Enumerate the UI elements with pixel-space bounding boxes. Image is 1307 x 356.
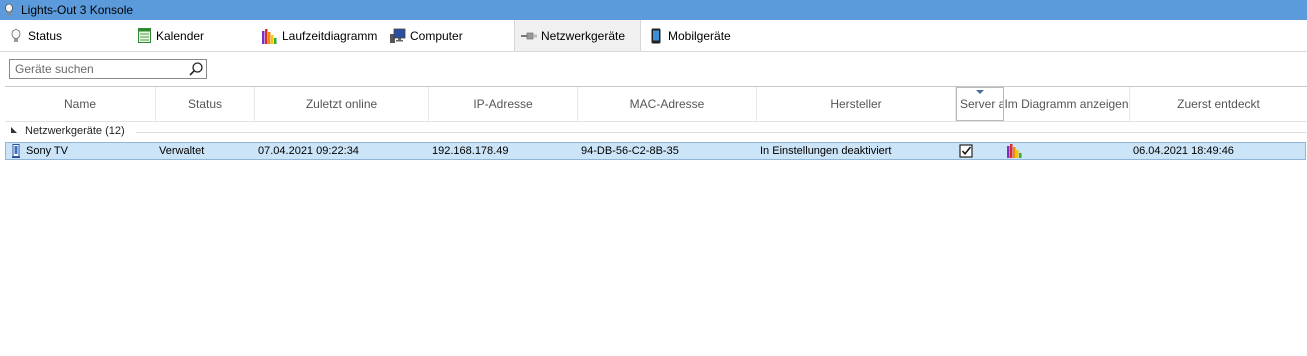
column-header-hersteller[interactable]: Hersteller bbox=[757, 87, 956, 121]
tab-computer[interactable]: Computer bbox=[390, 20, 510, 51]
group-header[interactable]: Netzwerkgeräte (12) bbox=[5, 123, 1307, 139]
grid-header: Name Status Zuletzt online IP-Adresse MA… bbox=[5, 87, 1307, 122]
title-bar: Lights-Out 3 Konsole bbox=[0, 0, 1307, 20]
lightbulb-icon bbox=[8, 28, 24, 44]
search-bar bbox=[0, 52, 1307, 88]
cell-status: Verwaltet bbox=[159, 145, 205, 157]
tab-label: Laufzeitdiagramm bbox=[282, 28, 378, 43]
search-input[interactable] bbox=[10, 60, 185, 78]
column-header-zuerst-entdeckt[interactable]: Zuerst entdeckt bbox=[1130, 87, 1307, 121]
column-header-ip-adresse[interactable]: IP-Adresse bbox=[429, 87, 578, 121]
group-label: Netzwerkgeräte (12) bbox=[25, 125, 125, 137]
server-checkbox[interactable] bbox=[959, 144, 973, 161]
column-header-name[interactable]: Name bbox=[5, 87, 156, 121]
table-row[interactable]: Sony TV Verwaltet 07.04.2021 09:22:34 19… bbox=[5, 142, 1306, 160]
tab-label: Computer bbox=[410, 28, 463, 43]
column-header-zuletzt-online[interactable]: Zuletzt online bbox=[255, 87, 429, 121]
cell-hersteller: In Einstellungen deaktiviert bbox=[760, 145, 892, 157]
collapse-triangle-icon[interactable] bbox=[11, 127, 17, 133]
tab-label: Mobilgeräte bbox=[668, 28, 731, 43]
tab-kalender[interactable]: Kalender bbox=[136, 20, 256, 51]
column-header-status[interactable]: Status bbox=[156, 87, 255, 121]
cell-zuletzt-online: 07.04.2021 09:22:34 bbox=[258, 145, 359, 157]
sort-descending-icon bbox=[976, 90, 984, 94]
tab-netzwerkgeraete[interactable]: Netzwerkgeräte bbox=[514, 20, 641, 51]
device-icon bbox=[12, 144, 20, 161]
cell-ip-adresse: 192.168.178.49 bbox=[432, 145, 509, 157]
smartphone-icon bbox=[648, 28, 664, 44]
tab-label: Kalender bbox=[156, 28, 205, 43]
tab-status[interactable]: Status bbox=[8, 20, 128, 51]
column-header-server[interactable]: Server a bbox=[956, 87, 1004, 121]
cell-name: Sony TV bbox=[26, 145, 68, 157]
search-box bbox=[9, 59, 207, 79]
search-icon[interactable] bbox=[188, 61, 204, 80]
cell-zuerst-entdeckt: 06.04.2021 18:49:46 bbox=[1133, 145, 1234, 157]
tab-mobilgeraete[interactable]: Mobilgeräte bbox=[648, 20, 768, 51]
bar-chart-icon bbox=[262, 28, 278, 44]
lightbulb-icon bbox=[4, 3, 14, 20]
column-header-label: Server a bbox=[960, 97, 1004, 111]
tab-label: Netzwerkgeräte bbox=[541, 28, 626, 43]
diagram-bar-chart-icon[interactable] bbox=[1007, 144, 1023, 161]
network-cable-icon bbox=[521, 28, 537, 44]
computer-icon bbox=[390, 28, 406, 44]
column-header-mac-adresse[interactable]: MAC-Adresse bbox=[578, 87, 757, 121]
column-header-im-diagramm[interactable]: Im Diagramm anzeigen bbox=[1004, 87, 1130, 121]
tab-bar: Status Kalender Laufzeitdiagramm Compute… bbox=[0, 20, 1307, 52]
calendar-icon bbox=[136, 28, 152, 44]
tab-laufzeitdiagramm[interactable]: Laufzeitdiagramm bbox=[262, 20, 386, 51]
cell-mac-adresse: 94-DB-56-C2-8B-35 bbox=[581, 145, 679, 157]
tab-label: Status bbox=[28, 28, 63, 43]
group-divider bbox=[136, 132, 1306, 133]
window-title: Lights-Out 3 Konsole bbox=[21, 3, 134, 17]
device-grid: Name Status Zuletzt online IP-Adresse MA… bbox=[5, 86, 1307, 163]
